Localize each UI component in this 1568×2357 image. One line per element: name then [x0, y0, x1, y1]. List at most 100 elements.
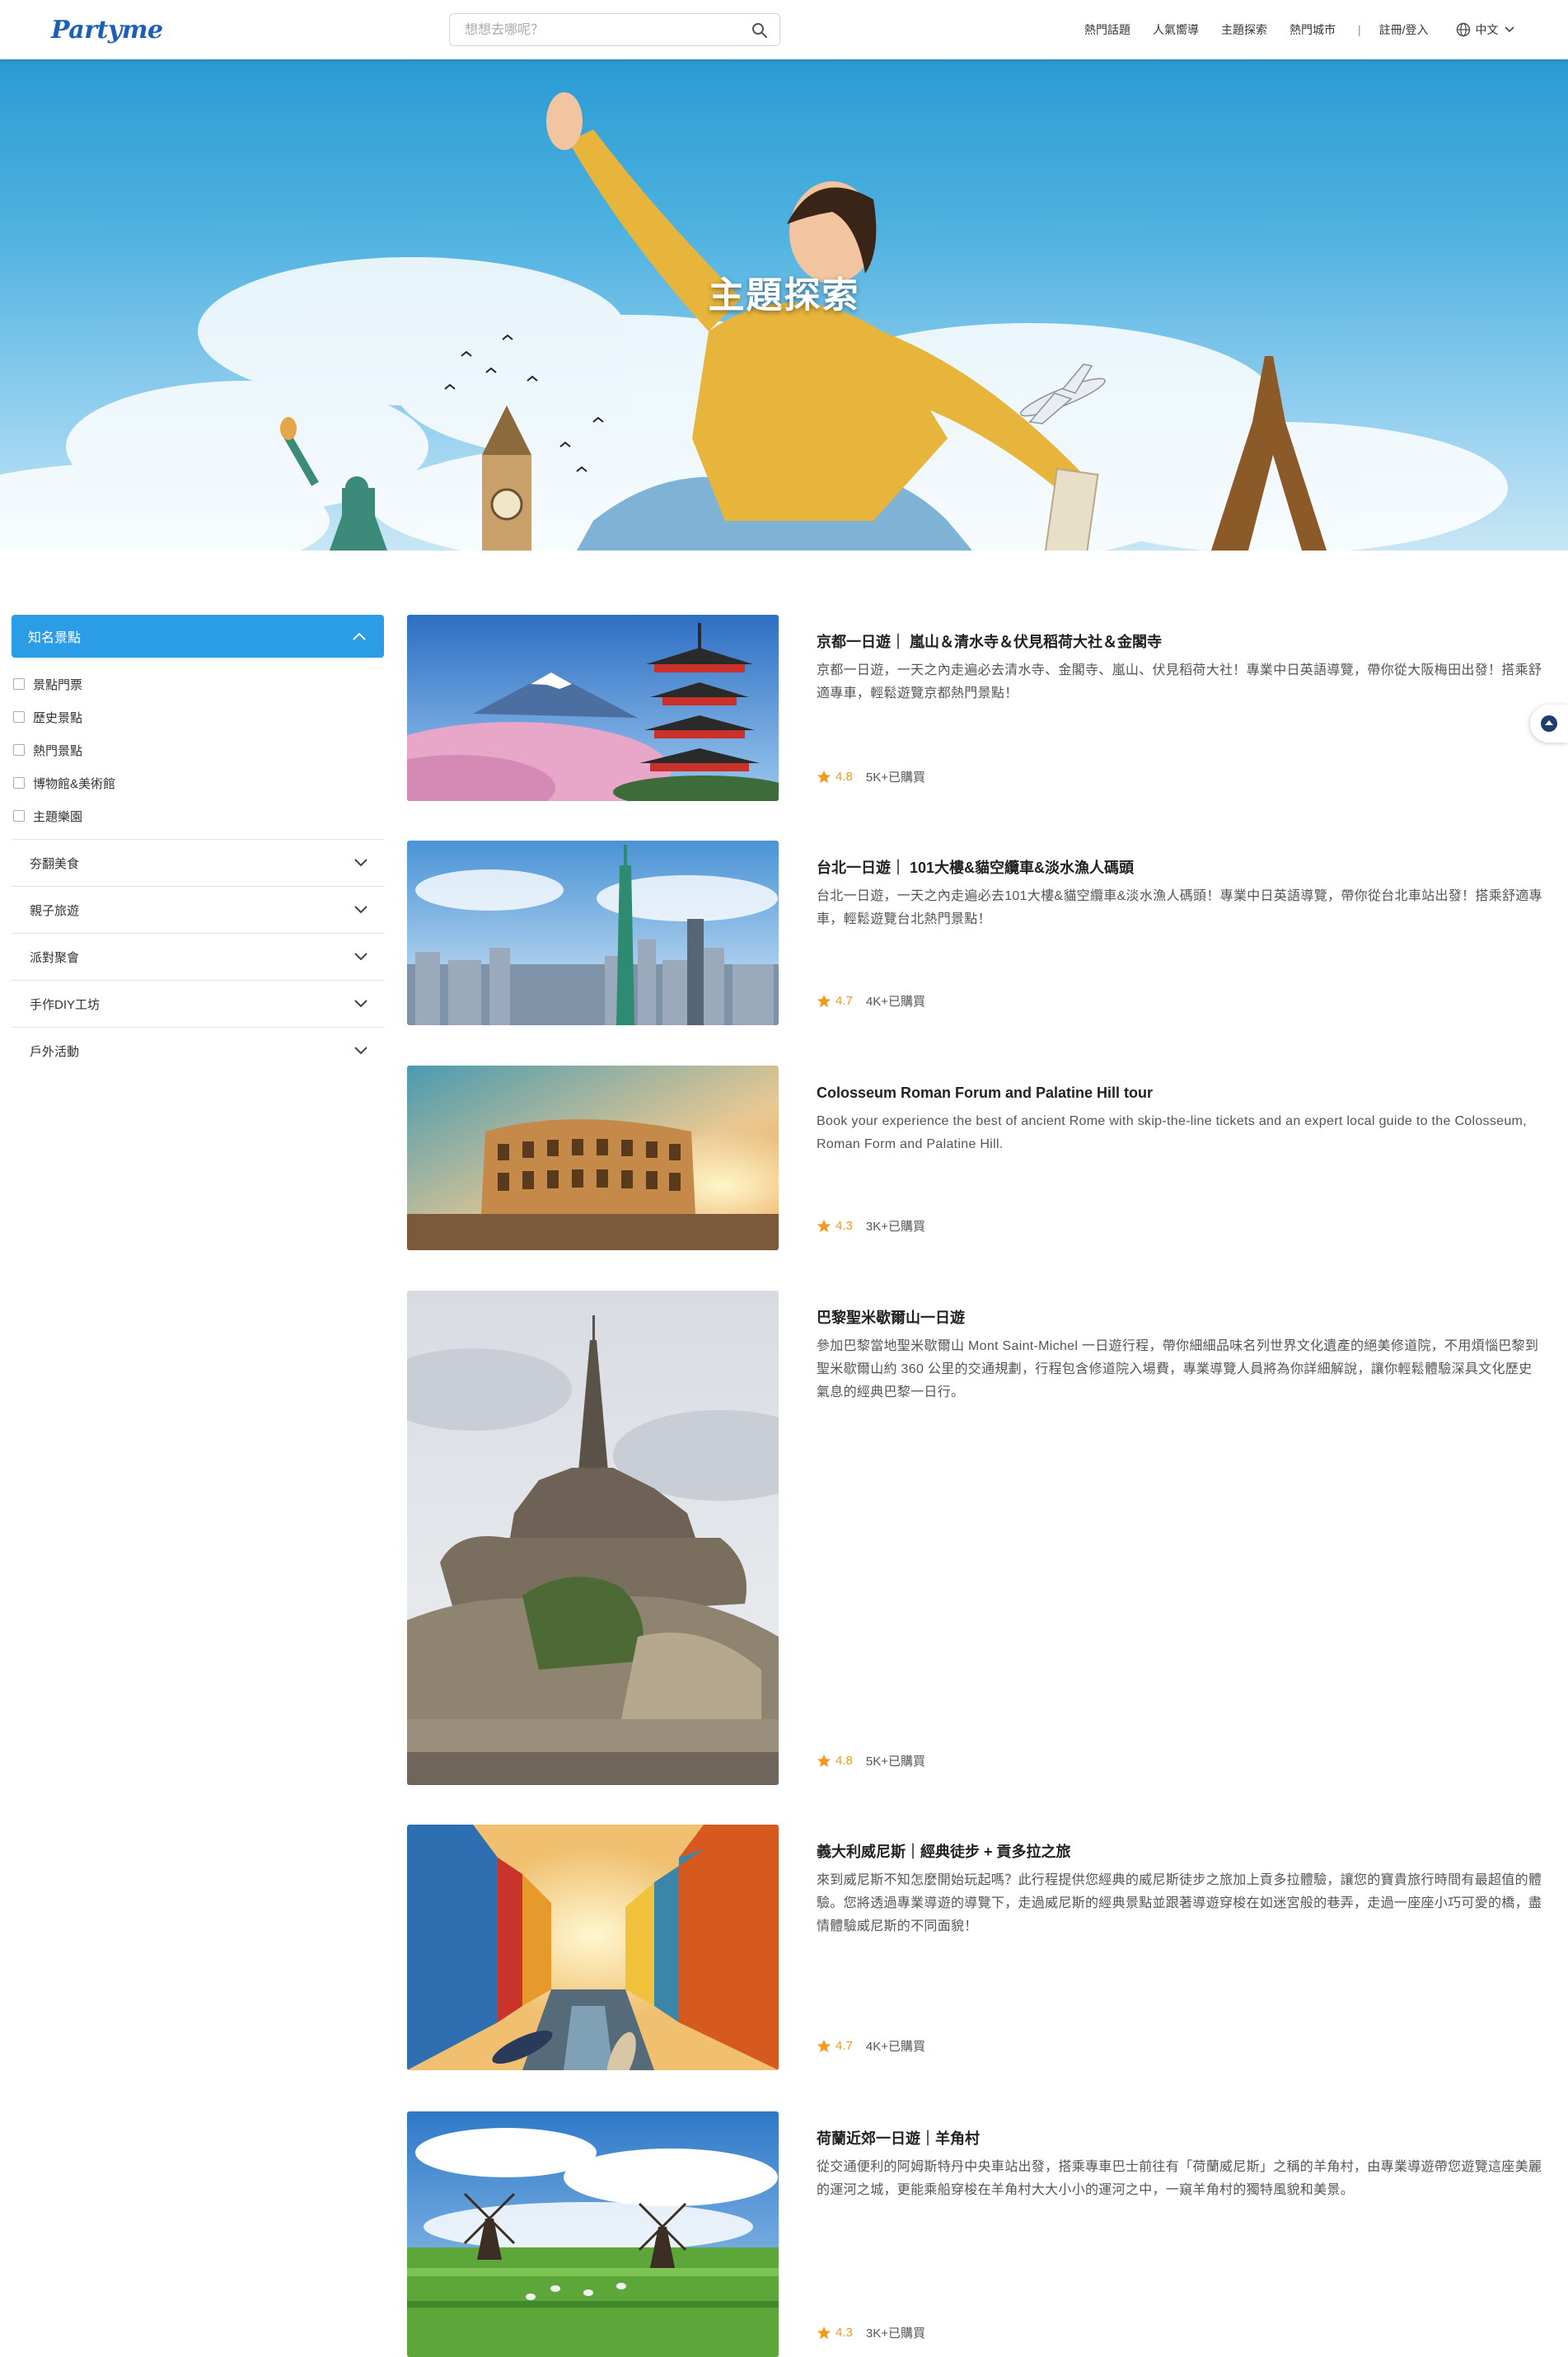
nav-hot-cities[interactable]: 熱門城市 — [1290, 21, 1336, 38]
tour-title[interactable]: 巴黎聖米歇爾山一日遊 — [817, 1307, 1543, 1328]
tour-card[interactable]: 義大利威尼斯｜經典徒步 + 貢多拉之旅 來到威尼斯不知怎麼開始玩起嗎？此行程提供… — [407, 1825, 1544, 2070]
tour-meta: 4.3 3K+已購買 — [817, 2324, 925, 2341]
star-icon — [817, 1754, 831, 1767]
kyoto-pagoda-image[interactable] — [407, 615, 779, 801]
search-icon[interactable] — [751, 22, 768, 39]
category-sidebar: 知名景點 景點門票 歷史景點 熱門景點 博物館&美術館 主題樂園 夯翻美食 親子… — [12, 615, 384, 1074]
category-family-travel[interactable]: 親子旅遊 — [12, 886, 384, 933]
tour-rating: 4.8 — [835, 770, 853, 784]
chevron-down-icon — [1504, 26, 1514, 33]
search-input[interactable] — [465, 21, 728, 40]
arrow-up-icon — [1541, 715, 1557, 732]
tour-description: 來到威尼斯不知怎麼開始玩起嗎？此行程提供您經典的威尼斯徒步之旅加上貢多拉體驗，讓… — [817, 1873, 1542, 1933]
tour-rating: 4.7 — [835, 994, 853, 1008]
filter-theme-parks[interactable]: 主題樂園 — [12, 799, 384, 832]
tour-rating: 4.3 — [835, 2326, 853, 2340]
tour-card[interactable]: 台北一日遊｜ 101大樓&貓空纜車&淡水漁人碼頭 台北一日遊，一天之內走遍必去1… — [407, 841, 1544, 1025]
filter-label: 熱門景點 — [33, 743, 83, 758]
star-icon — [817, 770, 831, 783]
filter-label: 景點門票 — [33, 677, 83, 692]
language-label: 中文 — [1475, 23, 1499, 36]
category-header-famous-spots[interactable]: 知名景點 — [12, 615, 384, 658]
tour-card[interactable]: Colosseum Roman Forum and Palatine Hill … — [407, 1066, 1544, 1250]
colosseum-image[interactable] — [407, 1066, 779, 1250]
tour-card-body: 荷蘭近郊一日遊｜羊角村 從交通便利的阿姆斯特丹中央車站出發，搭乘專車巴士前往有「… — [817, 2111, 1543, 2202]
tour-bought-count: 3K+已購買 — [865, 1220, 925, 1234]
tour-card[interactable]: 京都一日遊｜ 嵐山＆清水寺＆伏見稻荷大社＆金閣寺 京都一日遊，一天之內走遍必去清… — [407, 615, 1544, 801]
checkbox[interactable] — [13, 744, 25, 756]
sub-category-list: 景點門票 歷史景點 熱門景點 博物館&美術館 主題樂園 — [12, 658, 384, 839]
partyme-logo[interactable]: Partyme — [51, 13, 163, 46]
search-box[interactable] — [449, 13, 780, 46]
checkbox[interactable] — [13, 810, 25, 822]
login-link[interactable]: 註冊/登入 — [1379, 21, 1429, 38]
checkbox[interactable] — [13, 678, 25, 690]
tour-bought-count: 3K+已購買 — [865, 2327, 925, 2341]
category-party[interactable]: 派對聚會 — [12, 933, 384, 980]
tour-card-body: 義大利威尼斯｜經典徒步 + 貢多拉之旅 來到威尼斯不知怎麼開始玩起嗎？此行程提供… — [817, 1825, 1543, 1938]
tour-card[interactable]: 巴黎聖米歇爾山一日遊 參加巴黎當地聖米歇爾山 Mont Saint-Michel… — [407, 1291, 1544, 1785]
tour-title[interactable]: 義大利威尼斯｜經典徒步 + 貢多拉之旅 — [817, 1841, 1543, 1863]
tour-card-body: 台北一日遊｜ 101大樓&貓空纜車&淡水漁人碼頭 台北一日遊，一天之內走遍必去1… — [817, 841, 1543, 931]
checkbox[interactable] — [13, 711, 25, 723]
checkbox[interactable] — [13, 777, 25, 789]
tour-card-body: 京都一日遊｜ 嵐山＆清水寺＆伏見稻荷大社＆金閣寺 京都一日遊，一天之內走遍必去清… — [817, 615, 1543, 705]
nav-popular-guides[interactable]: 人氣嚮導 — [1153, 21, 1199, 38]
tour-card-body: Colosseum Roman Forum and Palatine Hill … — [817, 1066, 1543, 1156]
tour-meta: 4.3 3K+已購買 — [817, 1217, 925, 1235]
language-selector[interactable]: 中文 — [1456, 21, 1515, 38]
chevron-down-icon — [354, 953, 367, 961]
tour-description: 參加巴黎當地聖米歇爾山 Mont Saint-Michel 一日遊行程，帶你細細… — [817, 1339, 1539, 1399]
category-label: 手作DIY工坊 — [30, 997, 101, 1012]
tour-title[interactable]: 台北一日遊｜ 101大樓&貓空纜車&淡水漁人碼頭 — [817, 857, 1543, 879]
filter-museums[interactable]: 博物館&美術館 — [12, 766, 384, 799]
chevron-up-icon — [353, 632, 366, 640]
main-nav: 熱門話題 人氣嚮導 主題探索 熱門城市 | 註冊/登入 中文 — [1084, 20, 1515, 40]
category-food[interactable]: 夯翻美食 — [12, 839, 384, 886]
tour-rating: 4.7 — [835, 2039, 853, 2053]
tour-bought-count: 4K+已購買 — [865, 2040, 925, 2054]
category-label: 派對聚會 — [30, 950, 80, 965]
taipei-skyline-image[interactable] — [407, 841, 779, 1025]
scroll-to-top-button[interactable] — [1530, 705, 1568, 743]
category-label: 戶外活動 — [30, 1044, 80, 1059]
tour-card[interactable]: 荷蘭近郊一日遊｜羊角村 從交通便利的阿姆斯特丹中央車站出發，搭乘專車巴士前往有「… — [407, 2111, 1544, 2357]
chevron-down-icon — [354, 906, 367, 914]
logo-text: Partyme — [51, 15, 163, 45]
venice-canal-image[interactable] — [407, 1825, 779, 2070]
filter-attraction-tickets[interactable]: 景點門票 — [12, 668, 384, 701]
mont-saint-michel-image[interactable] — [407, 1291, 779, 1785]
nav-hot-topics[interactable]: 熱門話題 — [1084, 21, 1130, 38]
tour-title[interactable]: 京都一日遊｜ 嵐山＆清水寺＆伏見稻荷大社＆金閣寺 — [817, 631, 1543, 653]
tour-meta: 4.7 4K+已購買 — [817, 2037, 925, 2055]
tour-description: Book your experience the best of ancient… — [817, 1114, 1527, 1151]
filter-label: 歷史景點 — [33, 710, 83, 725]
tour-rating: 4.8 — [835, 1754, 853, 1768]
nav-theme-explore[interactable]: 主題探索 — [1221, 21, 1267, 38]
filter-label: 博物館&美術館 — [33, 776, 116, 791]
category-header-label: 知名景點 — [28, 631, 82, 645]
filter-hot-spots[interactable]: 熱門景點 — [12, 733, 384, 766]
tour-bought-count: 4K+已購買 — [865, 995, 925, 1009]
category-diy-workshop[interactable]: 手作DIY工坊 — [12, 980, 384, 1027]
star-icon — [817, 1219, 831, 1232]
filter-label: 主題樂園 — [33, 809, 83, 824]
tour-description: 台北一日遊，一天之內走遍必去101大樓&貓空纜車&淡水漁人碼頭！專業中日英語導覽… — [817, 889, 1542, 926]
tour-description: 京都一日遊，一天之內走遍必去清水寺、金閣寺、嵐山、伏見稻荷大社！專業中日英語導覽… — [817, 663, 1542, 701]
nav-separator: | — [1358, 23, 1361, 36]
category-outdoor[interactable]: 戶外活動 — [12, 1027, 384, 1074]
top-header: Partyme 熱門話題 人氣嚮導 主題探索 熱門城市 | 註冊/登入 中文 — [0, 0, 1568, 59]
tour-rating: 4.3 — [835, 1219, 853, 1233]
star-icon — [817, 2039, 831, 2052]
filter-historic-sites[interactable]: 歷史景點 — [12, 701, 384, 733]
tour-meta: 4.7 4K+已購買 — [817, 992, 925, 1010]
tour-title[interactable]: 荷蘭近郊一日遊｜羊角村 — [817, 2128, 1543, 2149]
tour-bought-count: 5K+已購買 — [865, 771, 925, 785]
star-icon — [817, 994, 831, 1007]
tour-title[interactable]: Colosseum Roman Forum and Palatine Hill … — [817, 1082, 1543, 1104]
hero-title: 主題探索 — [708, 275, 860, 316]
hero-banner: 主題探索 — [0, 59, 1568, 551]
dutch-windmill-image[interactable] — [407, 2111, 779, 2357]
category-label: 夯翻美食 — [30, 856, 80, 871]
tour-bought-count: 5K+已購買 — [865, 1755, 925, 1769]
